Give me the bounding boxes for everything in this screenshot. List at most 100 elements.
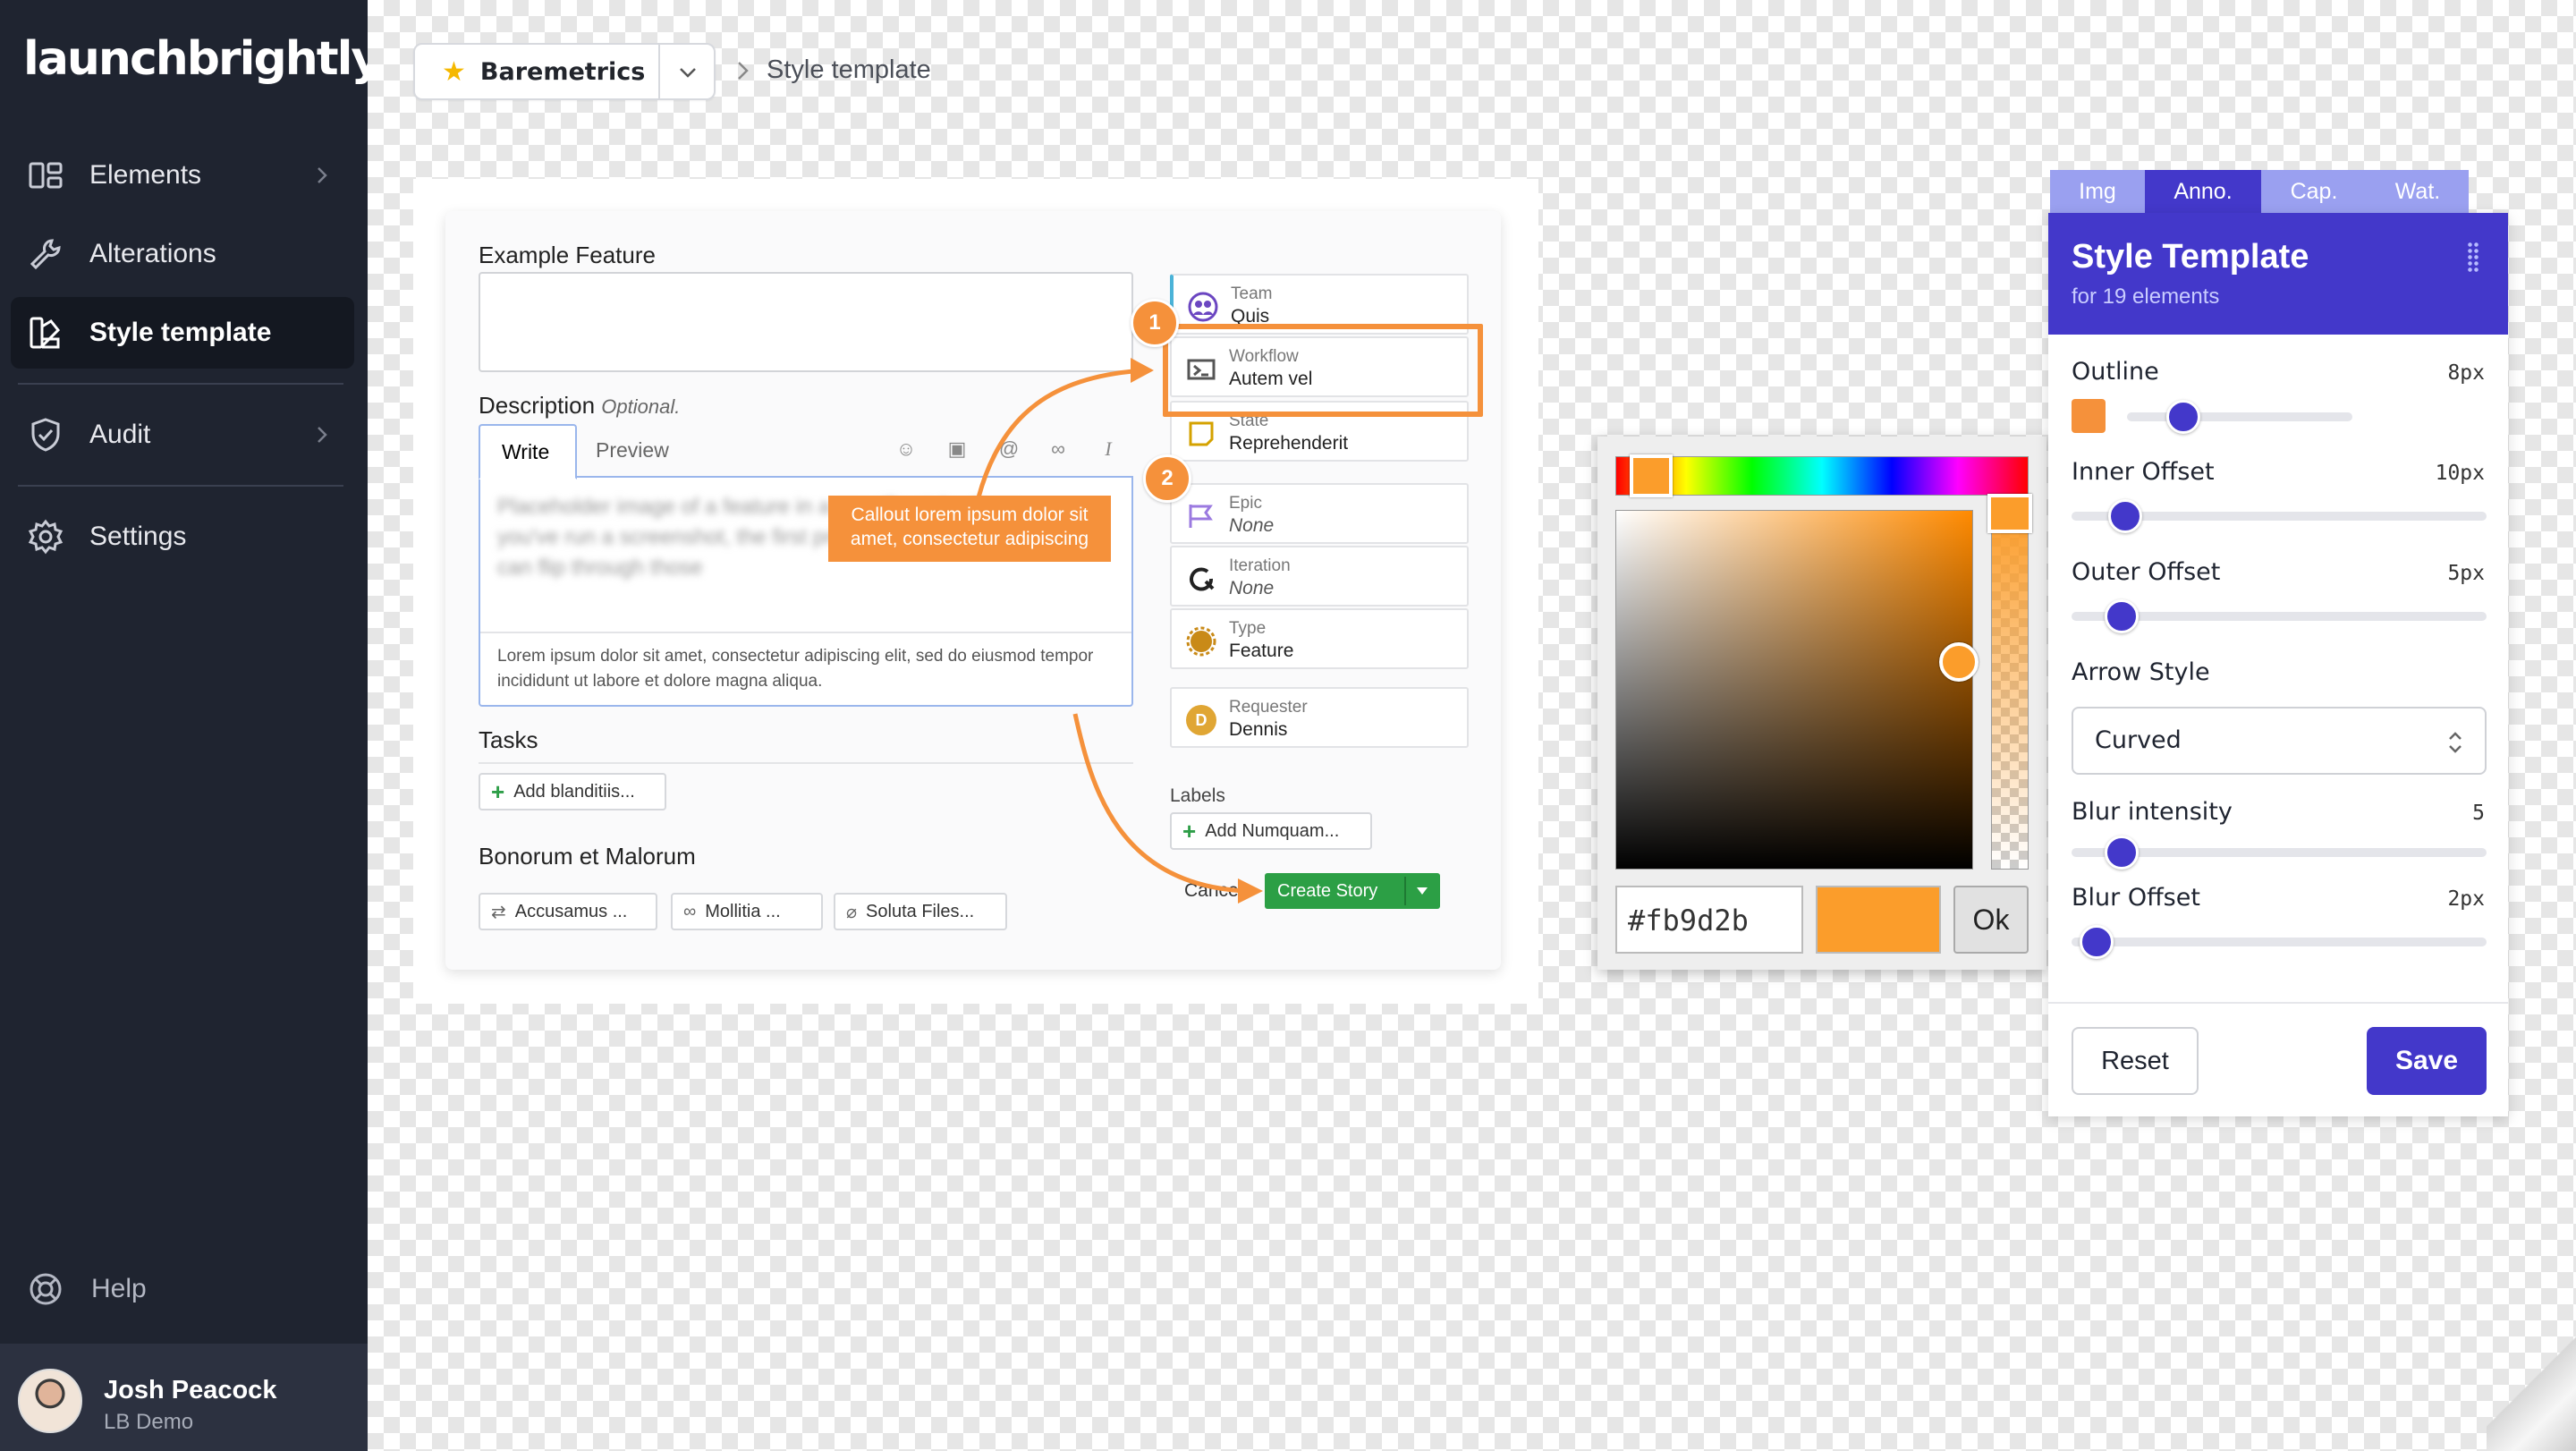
feature-input[interactable]: [479, 272, 1133, 372]
mention-icon[interactable]: @: [997, 437, 1021, 461]
sidebar-item-label: Settings: [89, 522, 187, 551]
tab-cap[interactable]: Cap.: [2261, 170, 2367, 213]
tab-write-label: Write: [502, 440, 550, 463]
state-icon: [1189, 421, 1214, 446]
create-story-label: Create Story: [1277, 880, 1378, 901]
hue-slider-handle[interactable]: [1630, 454, 1673, 497]
tab-preview[interactable]: Preview: [596, 438, 669, 462]
divider: [2048, 1002, 2508, 1004]
saturation-value-area[interactable]: [1615, 510, 1973, 870]
gear-icon: [27, 518, 64, 556]
outer-offset-value: 5px: [2447, 562, 2485, 585]
divider: [479, 762, 1133, 764]
divider: [480, 632, 1131, 633]
outline-value: 8px: [2447, 361, 2485, 385]
blur-intensity-slider-thumb[interactable]: [2105, 836, 2140, 870]
caret-down-icon[interactable]: [1417, 887, 1428, 895]
field-key: Iteration: [1229, 556, 1291, 575]
wrench-icon: [27, 235, 64, 273]
sidebar: launchbrightly Elements Alterations Styl…: [0, 0, 381, 1451]
chevron-down-icon[interactable]: [676, 61, 699, 84]
project-selector[interactable]: ★ Baremetrics: [413, 43, 716, 100]
annotation-highlight-box[interactable]: [1163, 324, 1483, 417]
tab-anno[interactable]: Anno.: [2145, 170, 2261, 213]
tab-img[interactable]: Img: [2050, 170, 2145, 213]
add-label-button[interactable]: + Add Numquam...: [1170, 812, 1372, 850]
sidebar-item-audit[interactable]: Audit: [11, 399, 354, 471]
field-epic[interactable]: Epic None: [1170, 483, 1469, 544]
tab-write[interactable]: Write: [479, 424, 577, 479]
outline-label: Outline: [2072, 358, 2159, 386]
reset-button[interactable]: Reset: [2072, 1027, 2199, 1095]
sidebar-item-style-template[interactable]: Style template: [11, 297, 354, 369]
outer-offset-slider-thumb[interactable]: [2105, 599, 2140, 633]
emoji-icon[interactable]: ☺: [894, 437, 918, 461]
sidebar-item-settings[interactable]: Settings: [11, 501, 354, 573]
feature-badge-icon: [1186, 626, 1216, 657]
user-profile[interactable]: Josh Peacock LB Demo: [0, 1344, 368, 1451]
add-task-button[interactable]: + Add blanditiis...: [479, 773, 666, 810]
sidebar-divider: [18, 485, 343, 487]
sidebar-item-label: Style template: [89, 318, 272, 347]
blur-offset-slider[interactable]: [2072, 938, 2487, 946]
epic-flag-icon: [1189, 505, 1213, 528]
annotation-callout[interactable]: Callout lorem ipsum dolor sit amet, cons…: [828, 496, 1111, 562]
italic-icon[interactable]: I: [1097, 437, 1120, 461]
alpha-slider-handle[interactable]: [1987, 494, 2032, 533]
saturation-value-handle[interactable]: [1939, 642, 1979, 682]
blur-offset-slider-thumb[interactable]: [2080, 925, 2114, 959]
swap-icon: ⇄: [491, 902, 506, 922]
add-label-text: Add Numquam...: [1205, 820, 1340, 841]
field-value: Reprehenderit: [1229, 433, 1349, 454]
breadcrumb-current-page: Style template: [767, 55, 931, 84]
blur-offset-label: Blur Offset: [2072, 884, 2200, 912]
alpha-slider[interactable]: [1991, 510, 2029, 870]
avatar: [18, 1369, 82, 1433]
field-requester[interactable]: D Requester Dennis: [1170, 687, 1469, 748]
pill-label: Soluta Files...: [866, 901, 975, 921]
labels-label: Labels: [1170, 785, 1225, 806]
field-value: None: [1229, 578, 1275, 598]
field-value: Feature: [1229, 641, 1294, 661]
attachment-pill[interactable]: ∞ Mollitia ...: [671, 893, 823, 930]
sidebar-item-elements[interactable]: Elements: [11, 140, 354, 211]
outline-slider[interactable]: [2127, 412, 2352, 421]
field-type[interactable]: Type Feature: [1170, 608, 1469, 669]
optional-hint: Optional.: [601, 395, 681, 418]
drag-handle-icon[interactable]: [2467, 242, 2479, 274]
sidebar-item-alterations[interactable]: Alterations: [11, 218, 354, 290]
annotation-badge-1[interactable]: 1: [1131, 299, 1179, 347]
description-label-text: Description: [479, 392, 596, 419]
field-iteration[interactable]: Iteration None: [1170, 546, 1469, 607]
palette-icon: [27, 314, 64, 352]
add-task-label: Add blanditiis...: [513, 781, 635, 802]
tab-wat[interactable]: Wat.: [2367, 170, 2469, 213]
ok-button[interactable]: Ok: [1953, 886, 2029, 954]
panel-subtitle: for 19 elements: [2072, 284, 2220, 309]
annotation-badge-2[interactable]: 2: [1143, 454, 1191, 503]
outline-slider-thumb[interactable]: [2166, 400, 2200, 434]
divider: [1404, 877, 1406, 905]
sidebar-item-label: Alterations: [89, 239, 216, 268]
save-button[interactable]: Save: [2367, 1027, 2487, 1095]
plus-icon: +: [491, 777, 505, 805]
help-link[interactable]: Help: [27, 1270, 147, 1308]
link-icon[interactable]: ∞: [1046, 437, 1070, 461]
elements-icon: [27, 157, 64, 194]
blur-intensity-value: 5: [2472, 802, 2485, 825]
app-logo[interactable]: launchbrightly: [23, 32, 381, 86]
attachment-pill[interactable]: ⇄ Accusamus ...: [479, 893, 657, 930]
hue-slider[interactable]: [1615, 456, 2029, 496]
create-story-button[interactable]: Create Story: [1265, 873, 1440, 909]
image-icon[interactable]: ▣: [945, 437, 969, 461]
attachment-pill[interactable]: ⌀ Soluta Files...: [834, 893, 1007, 930]
sidebar-divider: [18, 383, 343, 385]
shield-check-icon: [27, 416, 64, 454]
hex-color-input[interactable]: #fb9d2b: [1615, 886, 1803, 954]
cancel-button[interactable]: Cancel: [1181, 873, 1265, 909]
outline-color-swatch[interactable]: [2072, 399, 2106, 433]
sidebar-item-label: Elements: [89, 160, 202, 190]
arrow-style-select[interactable]: Curved: [2072, 707, 2487, 775]
lifebuoy-icon: [27, 1270, 64, 1308]
description-label: Description Optional.: [479, 392, 680, 420]
